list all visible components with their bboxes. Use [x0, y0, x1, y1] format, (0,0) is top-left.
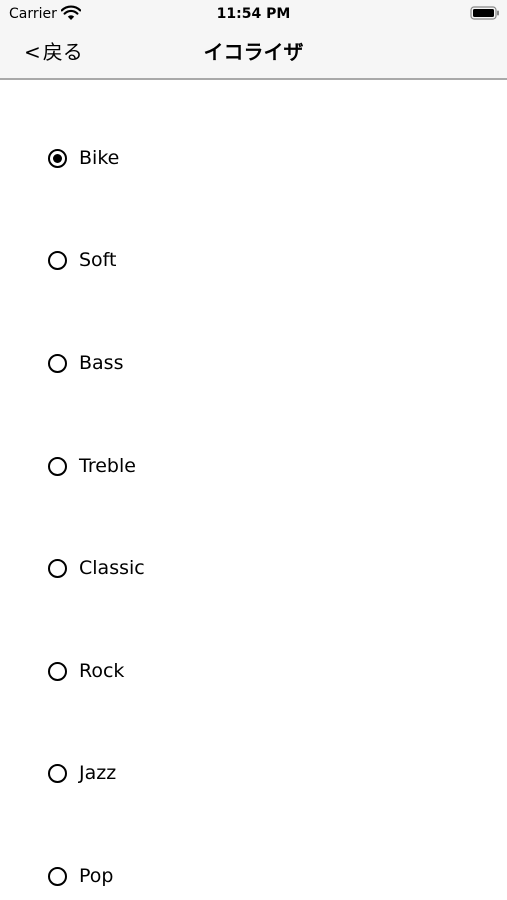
equalizer-option-classic[interactable]: Classic: [48, 554, 145, 582]
battery-icon: [470, 6, 499, 20]
equalizer-option-bass[interactable]: Bass: [48, 349, 123, 377]
option-label: Bike: [79, 147, 120, 169]
option-label: Classic: [79, 557, 145, 579]
navigation-bar: < 戻る イコライザ: [0, 28, 507, 80]
equalizer-option-rock[interactable]: Rock: [48, 657, 124, 685]
equalizer-option-bike[interactable]: Bike: [48, 144, 119, 172]
radio-button[interactable]: [48, 558, 67, 578]
option-label: Bass: [79, 352, 124, 374]
option-label: Treble: [79, 455, 136, 477]
status-time: 11:54 PM: [216, 6, 291, 22]
option-label: Pop: [79, 865, 114, 887]
radio-button[interactable]: [48, 250, 67, 270]
radio-button[interactable]: [48, 866, 67, 886]
equalizer-option-soft[interactable]: Soft: [48, 246, 117, 274]
page-title: イコライザ: [203, 40, 304, 64]
radio-button-checked[interactable]: [48, 148, 67, 168]
radio-button[interactable]: [48, 456, 67, 476]
radio-button[interactable]: [48, 763, 67, 783]
radio-button[interactable]: [48, 661, 67, 681]
status-bar: Carrier 11:54 PM: [0, 0, 507, 28]
option-label: Soft: [79, 249, 117, 271]
option-label: Rock: [79, 660, 125, 682]
equalizer-option-pop[interactable]: Pop: [48, 862, 113, 890]
option-label: Jazz: [79, 762, 117, 784]
radio-button[interactable]: [48, 353, 67, 373]
equalizer-option-treble[interactable]: Treble: [48, 452, 136, 480]
equalizer-option-jazz[interactable]: Jazz: [48, 759, 116, 787]
